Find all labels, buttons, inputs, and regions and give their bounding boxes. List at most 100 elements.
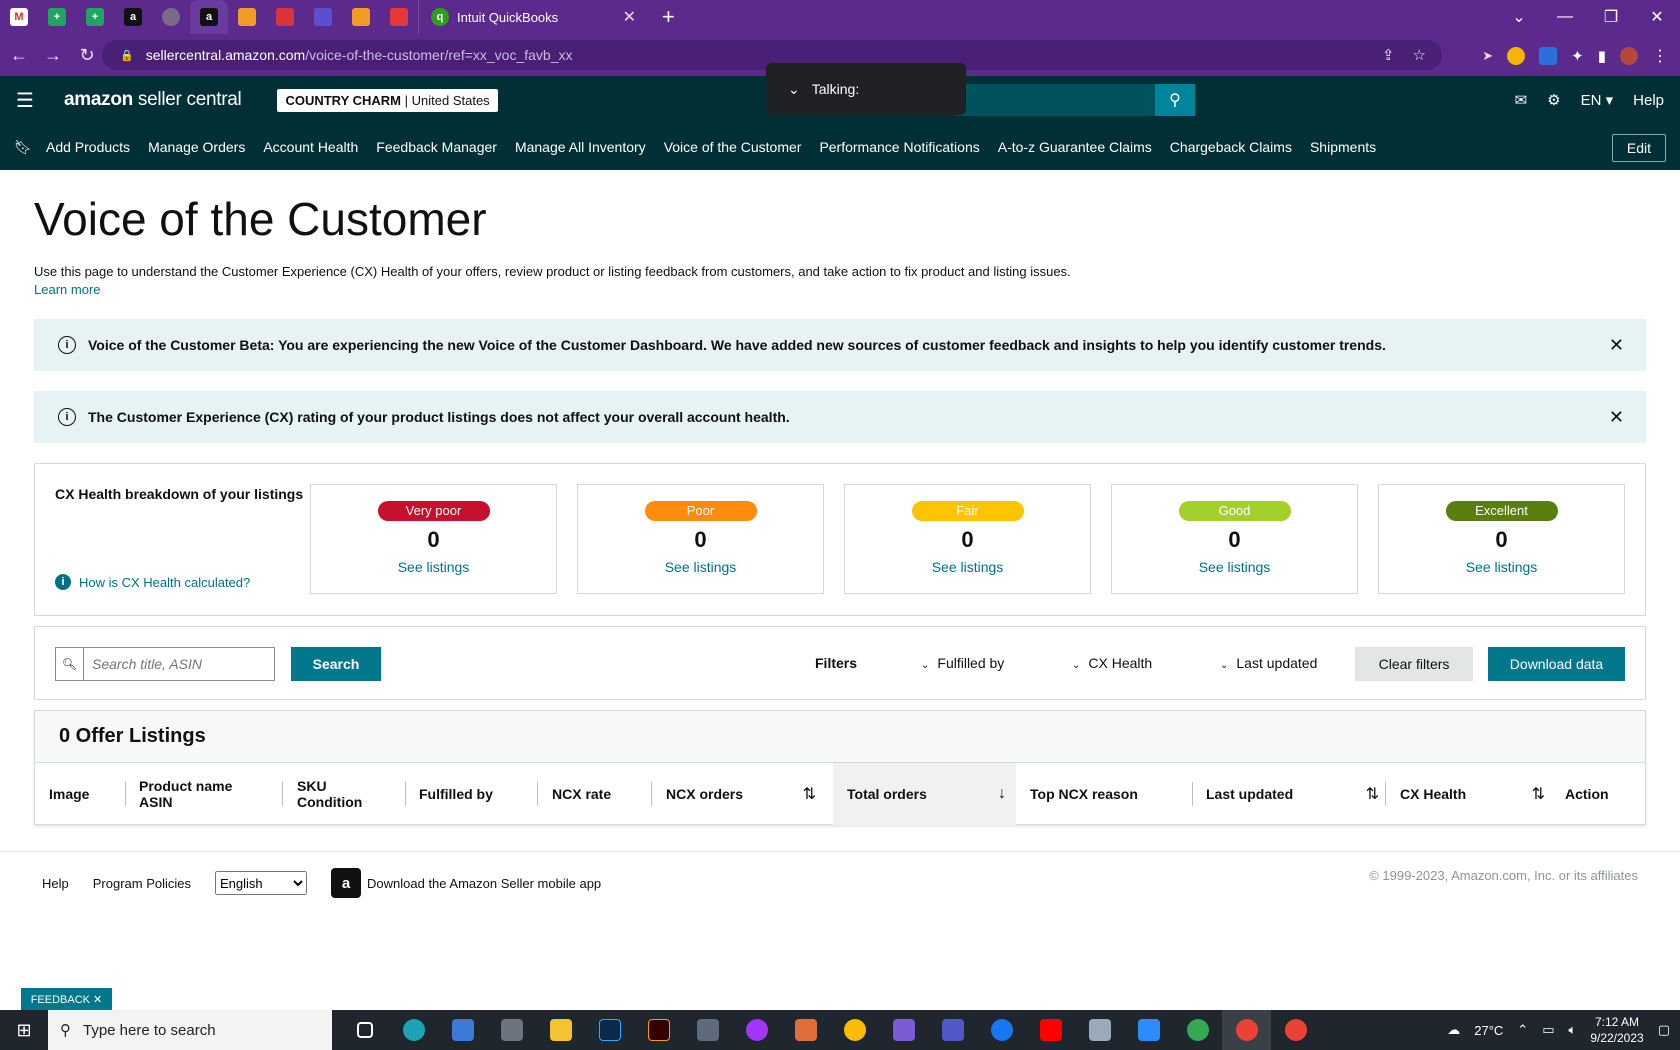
photoshop-icon[interactable] (585, 1010, 634, 1050)
last-updated-dropdown[interactable]: ⌄ Last updated (1220, 655, 1317, 671)
illustrator-icon[interactable] (634, 1010, 683, 1050)
calculator-icon[interactable] (683, 1010, 732, 1050)
close-icon[interactable]: ✕ (1609, 335, 1624, 356)
search-input[interactable] (84, 648, 274, 680)
arrow-down-icon[interactable]: ↓ (998, 785, 1006, 803)
fulfilled-by-dropdown[interactable]: ⌄ Fulfilled by (921, 655, 1004, 671)
program-policies-link[interactable]: Program Policies (93, 876, 191, 891)
new-tab-button[interactable]: + (662, 4, 675, 30)
folder-icon[interactable] (536, 1010, 585, 1050)
tab-amazon-active[interactable]: a (190, 0, 228, 34)
column-cx-health[interactable]: CX Health ⇅ (1400, 763, 1555, 825)
tab-app-4[interactable] (380, 0, 418, 34)
column-ncx-orders[interactable]: NCX orders ⇅ (666, 763, 826, 825)
search-button[interactable]: Search (291, 647, 381, 681)
nav-shipments[interactable]: Shipments (1310, 139, 1376, 155)
app-icon[interactable] (781, 1010, 830, 1050)
tab-gmail[interactable]: M (0, 0, 38, 34)
menu-icon[interactable]: ☰ (0, 88, 50, 113)
windows-start-icon[interactable]: ⊞ (0, 1020, 48, 1041)
amazon-app-icon[interactable]: a (331, 868, 362, 898)
clear-filters-button[interactable]: Clear filters (1355, 647, 1473, 681)
fba-extension-icon[interactable] (1539, 47, 1558, 65)
cx-health-dropdown[interactable]: ⌄ CX Health (1072, 655, 1152, 671)
share-icon[interactable]: ⇪ (1382, 46, 1395, 64)
zoom-icon[interactable] (1124, 1010, 1173, 1050)
help-link[interactable]: Help (1633, 92, 1664, 109)
language-selector[interactable]: EN ▾ (1581, 91, 1614, 109)
sidebar-icon[interactable]: ▮ (1598, 47, 1606, 65)
taskbar-search[interactable]: ⚲ Type here to search (48, 1010, 332, 1050)
tab-quickbooks[interactable]: q Intuit QuickBooks ✕ (418, 0, 646, 34)
column-last-updated[interactable]: Last updated ⇅ (1206, 763, 1389, 825)
store-switcher[interactable]: COUNTRY CHARM | United States (277, 88, 498, 112)
nav-manage-orders[interactable]: Manage Orders (148, 139, 245, 155)
more-icon[interactable]: ⋮ (1652, 46, 1668, 66)
nav-manage-inventory[interactable]: Manage All Inventory (515, 139, 646, 155)
teams-icon[interactable] (928, 1010, 977, 1050)
see-listings-link[interactable]: See listings (1112, 559, 1357, 575)
chrome-icon[interactable] (1271, 1010, 1320, 1050)
sort-icon[interactable]: ⇅ (1532, 784, 1545, 804)
download-app-link[interactable]: Download the Amazon Seller mobile app (367, 876, 601, 891)
sort-icon[interactable]: ⇅ (803, 784, 816, 804)
nav-az-claims[interactable]: A-to-z Guarantee Claims (998, 139, 1152, 155)
avatar[interactable] (1620, 47, 1638, 65)
search-icon[interactable]: ⚲ (1155, 84, 1195, 116)
bookmark-icon[interactable]: 🔖︎ (0, 139, 46, 156)
star-icon[interactable]: ☆ (1413, 46, 1426, 64)
language-select[interactable]: English (215, 871, 308, 895)
camera-icon[interactable] (487, 1010, 536, 1050)
chevron-down-icon[interactable]: ⌄ (1496, 7, 1542, 27)
notification-icon[interactable]: ▢ (1658, 1022, 1670, 1038)
network-icon[interactable]: ▭ (1542, 1022, 1554, 1038)
footer-help-link[interactable]: Help (42, 876, 69, 891)
notes-icon[interactable] (1075, 1010, 1124, 1050)
learn-more-link[interactable]: Learn more (34, 282, 100, 297)
sort-icon[interactable]: ⇅ (1366, 784, 1379, 804)
feedback-button[interactable]: FEEDBACK ✕ (21, 988, 112, 1010)
nav-account-health[interactable]: Account Health (263, 139, 358, 155)
store-icon[interactable] (438, 1010, 487, 1050)
task-view-icon[interactable] (340, 1010, 389, 1050)
close-icon[interactable]: ✕ (1609, 407, 1624, 428)
seller-central-logo[interactable]: amazon seller central (64, 89, 242, 111)
tab-sheets-1[interactable]: + (38, 0, 76, 34)
see-listings-link[interactable]: See listings (311, 559, 556, 575)
extension-icon[interactable]: ➤ (1482, 48, 1493, 64)
tab-list[interactable] (304, 0, 342, 34)
close-icon[interactable]: ✕ (1634, 7, 1680, 27)
volume-icon[interactable]: 🔈︎ (1569, 1022, 1577, 1038)
mail-icon[interactable]: ✉ (1515, 91, 1528, 109)
download-data-button[interactable]: Download data (1488, 647, 1625, 681)
app-icon[interactable] (879, 1010, 928, 1050)
clock[interactable]: 7:12 AM 9/22/2023 (1590, 1014, 1643, 1046)
gear-icon[interactable]: ⚙ (1547, 91, 1560, 109)
nav-add-products[interactable]: Add Products (46, 139, 130, 155)
edge-icon[interactable] (389, 1010, 438, 1050)
close-icon[interactable]: ✕ (623, 7, 636, 27)
forward-icon[interactable]: → (38, 45, 68, 66)
tab-app-1[interactable] (228, 0, 266, 34)
restore-icon[interactable]: ❐ (1588, 7, 1634, 27)
talking-popup[interactable]: ⌄ Talking: (766, 63, 966, 115)
chrome-extension-icon[interactable] (1507, 47, 1526, 65)
nav-performance-notifications[interactable]: Performance Notifications (819, 139, 979, 155)
see-listings-link[interactable]: See listings (845, 559, 1090, 575)
column-total-orders[interactable]: Total orders ↓ (833, 763, 1016, 825)
nav-chargeback-claims[interactable]: Chargeback Claims (1170, 139, 1292, 155)
youtube-icon[interactable] (1026, 1010, 1075, 1050)
back-icon[interactable]: ← (4, 45, 34, 66)
see-listings-link[interactable]: See listings (578, 559, 823, 575)
puzzle-icon[interactable]: ✦ (1571, 47, 1584, 65)
tab-app-2[interactable] (266, 0, 304, 34)
see-listings-link[interactable]: See listings (1379, 559, 1624, 575)
chrome-icon[interactable] (830, 1010, 879, 1050)
weather-icon[interactable]: ☁ (1447, 1022, 1460, 1038)
messenger-icon[interactable] (732, 1010, 781, 1050)
facebook-icon[interactable] (977, 1010, 1026, 1050)
nav-voice-of-customer[interactable]: Voice of the Customer (664, 139, 802, 155)
header-search-input[interactable] (955, 84, 1155, 116)
tab-sheets-2[interactable]: + (76, 0, 114, 34)
chrome-icon[interactable] (1222, 1010, 1271, 1050)
